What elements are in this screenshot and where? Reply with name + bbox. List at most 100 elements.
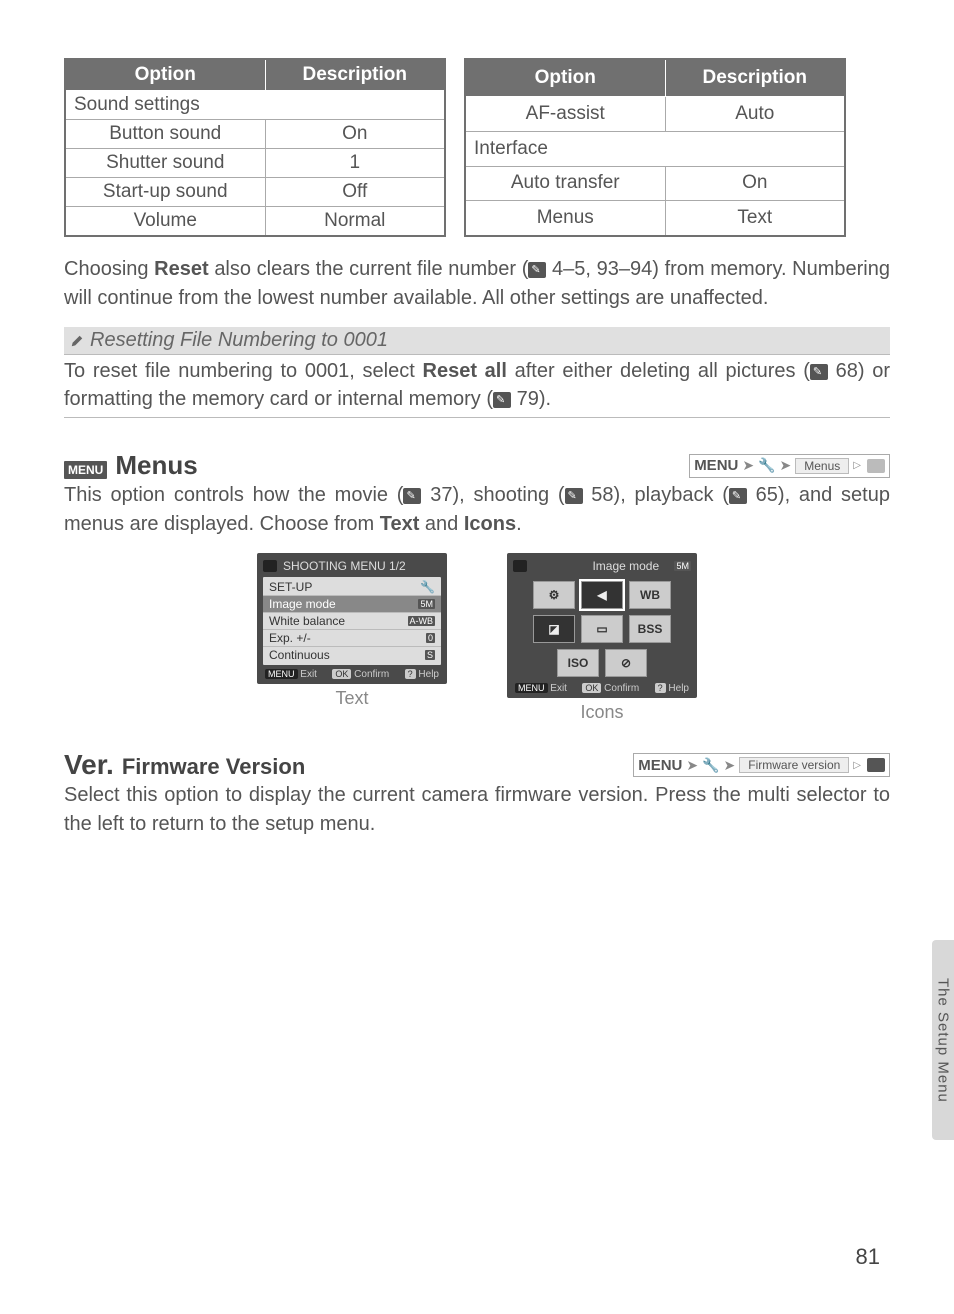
help-pill: ? xyxy=(655,683,666,693)
row-label: Volume xyxy=(65,207,265,237)
crumb-menu: MENU xyxy=(638,757,682,774)
help-pill: ? xyxy=(405,669,416,679)
text: 37), shooting ( xyxy=(421,484,564,506)
screen-title: SHOOTING MENU 1/2 xyxy=(283,559,406,573)
menu-item: SET-UP xyxy=(269,580,312,594)
ok-pill: OK xyxy=(332,669,351,679)
section-sound: Sound settings xyxy=(65,91,445,120)
page-ref-icon xyxy=(810,364,828,380)
arrow-icon: ➤ xyxy=(686,757,698,774)
text: Choosing xyxy=(64,258,154,280)
triangle-icon: ▷ xyxy=(853,460,861,471)
section-interface: Interface xyxy=(465,131,845,166)
menu-item: Continuous xyxy=(269,648,330,662)
caption-icons: Icons xyxy=(507,702,697,723)
tag: 5M xyxy=(674,561,691,571)
row-label: Button sound xyxy=(65,120,265,149)
row-value: Text xyxy=(665,201,845,236)
page-ref-icon xyxy=(403,488,421,504)
menu-item: Image mode xyxy=(269,597,336,611)
icon-cell: ⊘ xyxy=(605,649,647,677)
menu-item: Exp. +/- xyxy=(269,631,311,645)
row-value: On xyxy=(265,120,445,149)
col-description: Description xyxy=(265,59,445,91)
page-ref-icon xyxy=(729,488,747,504)
menus-title: Menus xyxy=(115,450,197,481)
crumb-label: Menus xyxy=(795,458,849,474)
row-value: 1 xyxy=(265,149,445,178)
text: also clears the current file number ( xyxy=(209,258,529,280)
camera-icon xyxy=(263,560,277,572)
icons-bold: Icons xyxy=(464,513,516,535)
menu-pill: MENU xyxy=(515,683,548,693)
firmware-heading: Ver. Firmware Version MENU ➤ 🔧 ➤ Firmwar… xyxy=(64,749,890,781)
page-ref-icon xyxy=(493,392,511,408)
row-value: Normal xyxy=(265,207,445,237)
wrench-icon: 🔧 xyxy=(420,580,435,594)
reset-paragraph: Choosing Reset also clears the current f… xyxy=(64,255,890,313)
reset-bold: Reset xyxy=(154,258,208,280)
settings-tables: Option Description Sound settings Button… xyxy=(64,58,890,237)
col-description: Description xyxy=(665,59,845,97)
col-option: Option xyxy=(65,59,265,91)
foot-exit: Exit xyxy=(300,669,317,680)
menus-breadcrumb: MENU ➤ 🔧 ➤ Menus ▷ xyxy=(689,454,890,478)
firmware-breadcrumb: MENU ➤ 🔧 ➤ Firmware version ▷ xyxy=(633,753,890,777)
note-resetting: Resetting File Numbering to 0001 To rese… xyxy=(64,327,890,418)
page-ref-icon xyxy=(528,262,546,278)
firmware-title: Firmware Version xyxy=(122,754,305,780)
tag: A-WB xyxy=(408,616,436,626)
tag: 5M xyxy=(418,599,435,609)
triangle-icon: ▷ xyxy=(853,760,861,771)
row-label: Start-up sound xyxy=(65,178,265,207)
row-label: AF-assist xyxy=(465,97,665,132)
icon-cell: ▭ xyxy=(581,615,623,643)
icon-cell: ◪ xyxy=(533,615,575,643)
text: . xyxy=(516,513,522,535)
col-option: Option xyxy=(465,59,665,97)
caption-text: Text xyxy=(257,688,447,709)
icon-cell: ◀ xyxy=(581,581,623,609)
ok-pill: OK xyxy=(582,683,601,693)
icon-cell: BSS xyxy=(629,615,671,643)
foot-confirm: Confirm xyxy=(604,683,639,694)
menu-end-icon xyxy=(867,459,885,473)
section-side-tab: The Setup Menu xyxy=(932,940,954,1140)
icon-cell: ISO xyxy=(557,649,599,677)
crumb-label: Firmware version xyxy=(739,757,849,773)
firmware-paragraph: Select this option to display the curren… xyxy=(64,781,890,839)
row-label: Menus xyxy=(465,201,665,236)
note-title: Resetting File Numbering to 0001 xyxy=(64,327,890,355)
row-label: Shutter sound xyxy=(65,149,265,178)
wrench-icon: 🔧 xyxy=(702,757,719,774)
ver-label: Ver. xyxy=(64,749,114,781)
camera-icon xyxy=(513,560,527,572)
text: after either deleting all pictures ( xyxy=(507,360,810,382)
text: 58), playback ( xyxy=(583,484,729,506)
row-label: Auto transfer xyxy=(465,166,665,201)
crumb-menu: MENU xyxy=(694,457,738,474)
foot-help: Help xyxy=(418,669,439,680)
icons-menu-example: Image mode 5M ⚙ ◀ WB ◪ ▭ BSS ISO ⊘ MENU … xyxy=(507,553,697,723)
arrow-icon: ➤ xyxy=(780,457,792,474)
wrench-icon: 🔧 xyxy=(758,457,775,474)
menu-badge-icon: MENU xyxy=(64,461,107,479)
icon-cell: ⚙ xyxy=(533,581,575,609)
row-value: Off xyxy=(265,178,445,207)
note-title-text: Resetting File Numbering to 0001 xyxy=(90,329,388,352)
menu-end-icon xyxy=(867,758,885,772)
menus-paragraph: This option controls how the movie ( 37)… xyxy=(64,481,890,539)
foot-confirm: Confirm xyxy=(354,669,389,680)
menu-style-examples: SHOOTING MENU 1/2 SET-UP 🔧 Image mode 5M W… xyxy=(64,553,890,723)
menu-item: White balance xyxy=(269,614,345,628)
pencil-icon xyxy=(70,334,84,348)
arrow-icon: ➤ xyxy=(724,757,736,774)
note-body: To reset file numbering to 0001, select … xyxy=(64,355,890,418)
text: To reset file numbering to 0001, select xyxy=(64,360,423,382)
icon-cell: WB xyxy=(629,581,671,609)
text: 79). xyxy=(511,388,551,410)
foot-help: Help xyxy=(668,683,689,694)
menu-pill: MENU xyxy=(265,669,298,679)
text-bold: Text xyxy=(380,513,420,535)
text: and xyxy=(419,513,463,535)
